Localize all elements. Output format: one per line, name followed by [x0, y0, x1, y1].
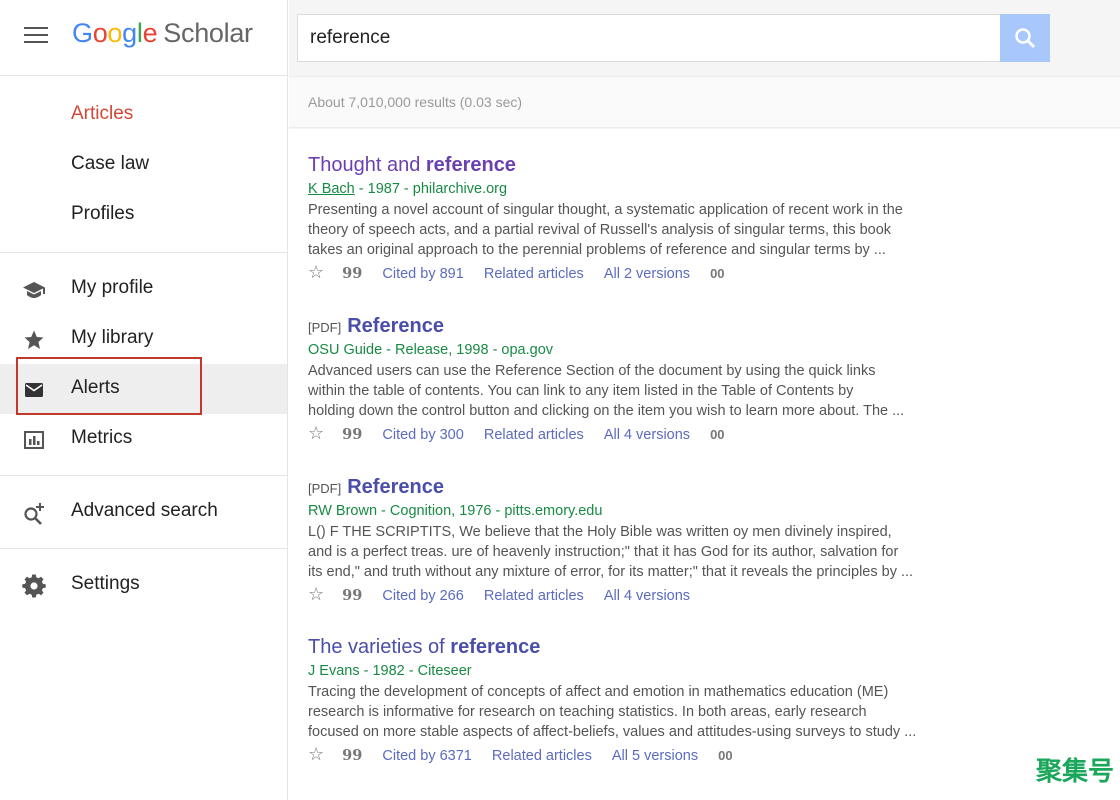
result-actions: ☆ 99 Cited by 891 Related articles All 2…: [308, 262, 998, 284]
save-star-icon[interactable]: ☆: [308, 262, 324, 283]
result-actions: ☆ 99 Cited by 266 Related articles All 4…: [308, 584, 998, 606]
search-input[interactable]: [298, 15, 1001, 61]
cite-quote-icon[interactable]: 99: [342, 265, 362, 282]
pdf-tag: [PDF]: [308, 320, 342, 335]
more-options-icon[interactable]: 00: [710, 427, 724, 442]
save-star-icon[interactable]: ☆: [308, 744, 324, 765]
related-articles-link[interactable]: Related articles: [484, 588, 584, 604]
search-result: The varieties of reference J Evans - 198…: [308, 636, 998, 766]
sidebar-header: Google Scholar: [0, 0, 287, 76]
search-bar: [297, 14, 1050, 62]
results-stats-bar: About 7,010,000 results (0.03 sec): [289, 76, 1120, 128]
sidebar-item-label: Case law: [71, 153, 150, 174]
all-versions-link[interactable]: All 2 versions: [604, 266, 690, 282]
related-articles-link[interactable]: Related articles: [484, 427, 584, 443]
cite-quote-icon[interactable]: 99: [342, 587, 362, 604]
more-options-icon[interactable]: 00: [718, 748, 732, 763]
sidebar-item-label: Alerts: [71, 377, 120, 398]
bar-chart-icon: [22, 428, 46, 452]
search-plus-icon: [22, 501, 46, 525]
result-meta: K Bach - 1987 - philarchive.org: [308, 181, 508, 197]
sidebar-personal: My profile My library Alerts Metrics: [0, 253, 287, 476]
results-count: About 7,010,000 results (0.03 sec): [308, 94, 523, 110]
main-content: About 7,010,000 results (0.03 sec) Thoug…: [289, 0, 1120, 800]
author-link[interactable]: K Bach: [308, 181, 355, 197]
envelope-icon: [22, 378, 46, 402]
cited-by-link[interactable]: Cited by 6371: [382, 748, 471, 764]
sidebar-item-advanced-search[interactable]: Advanced search: [0, 487, 287, 537]
result-actions: ☆ 99 Cited by 6371 Related articles All …: [308, 744, 998, 766]
sidebar-item-label: Settings: [71, 573, 140, 594]
result-snippet: Advanced users can use the Reference Sec…: [308, 363, 905, 419]
search-icon: [1015, 28, 1036, 49]
sidebar: Google Scholar Articles Case law Profiles…: [0, 0, 288, 800]
graduation-cap-icon: [22, 278, 46, 302]
result-snippet: Presenting a novel account of singular t…: [308, 202, 903, 258]
sidebar-item-my-library[interactable]: My library: [0, 314, 287, 364]
result-title-link[interactable]: [PDF] Reference: [308, 315, 998, 338]
cite-quote-icon[interactable]: 99: [342, 747, 362, 764]
related-articles-link[interactable]: Related articles: [484, 266, 584, 282]
sidebar-item-label: Metrics: [71, 427, 133, 448]
search-result: Thought and reference K Bach - 1987 - ph…: [308, 154, 998, 284]
sidebar-content-types: Articles Case law Profiles: [0, 76, 287, 253]
sidebar-item-metrics[interactable]: Metrics: [0, 414, 287, 464]
sidebar-item-alerts[interactable]: Alerts: [0, 364, 287, 414]
pdf-tag: [PDF]: [308, 481, 342, 496]
sidebar-item-case-law[interactable]: Case law: [0, 140, 287, 190]
all-versions-link[interactable]: All 4 versions: [604, 427, 690, 443]
all-versions-link[interactable]: All 4 versions: [604, 588, 690, 604]
result-snippet: Tracing the development of concepts of a…: [308, 684, 917, 740]
cite-quote-icon[interactable]: 99: [342, 426, 362, 443]
related-articles-link[interactable]: Related articles: [492, 748, 592, 764]
result-actions: ☆ 99 Cited by 300 Related articles All 4…: [308, 423, 998, 445]
sidebar-item-label: Profiles: [71, 203, 135, 224]
result-title-link[interactable]: The varieties of reference: [308, 636, 998, 659]
result-snippet: L() F THE SCRIPTITS, We believe that the…: [308, 524, 914, 580]
cited-by-link[interactable]: Cited by 891: [382, 266, 463, 282]
result-title-link[interactable]: [PDF] Reference: [308, 476, 998, 499]
result-meta: J Evans - 1982 - Citeseer: [308, 663, 472, 679]
result-meta: RW Brown - Cognition, 1976 - pitts.emory…: [308, 503, 603, 519]
sidebar-item-label: Advanced search: [71, 500, 218, 521]
more-options-icon[interactable]: 00: [710, 266, 724, 281]
sidebar-item-label: Articles: [71, 103, 134, 124]
cited-by-link[interactable]: Cited by 266: [382, 588, 463, 604]
gear-icon: [22, 574, 46, 598]
sidebar-item-articles[interactable]: Articles: [0, 90, 287, 140]
sidebar-advanced: Advanced search: [0, 476, 287, 549]
sidebar-item-label: My library: [71, 327, 154, 348]
search-button[interactable]: [1000, 14, 1050, 62]
search-result: [PDF] Reference RW Brown - Cognition, 197…: [308, 476, 998, 606]
save-star-icon[interactable]: ☆: [308, 584, 324, 605]
sidebar-item-my-profile[interactable]: My profile: [0, 264, 287, 314]
google-scholar-logo[interactable]: Google Scholar: [72, 18, 253, 49]
cited-by-link[interactable]: Cited by 300: [382, 427, 463, 443]
sidebar-settings: Settings: [0, 549, 287, 621]
sidebar-item-profiles[interactable]: Profiles: [0, 190, 287, 240]
all-versions-link[interactable]: All 5 versions: [612, 748, 698, 764]
save-star-icon[interactable]: ☆: [308, 423, 324, 444]
search-result: [PDF] Reference OSU Guide - Release, 1998…: [308, 315, 998, 445]
sidebar-item-settings[interactable]: Settings: [0, 560, 287, 610]
star-icon: [22, 328, 46, 352]
result-meta: OSU Guide - Release, 1998 - opa.gov: [308, 342, 554, 358]
sidebar-item-label: My profile: [71, 277, 154, 298]
results-list: Thought and reference K Bach - 1987 - ph…: [289, 129, 1120, 800]
result-title-link[interactable]: Thought and reference: [308, 154, 998, 177]
watermark-logo: 聚集号: [1035, 757, 1114, 787]
hamburger-menu-icon[interactable]: [24, 27, 48, 45]
